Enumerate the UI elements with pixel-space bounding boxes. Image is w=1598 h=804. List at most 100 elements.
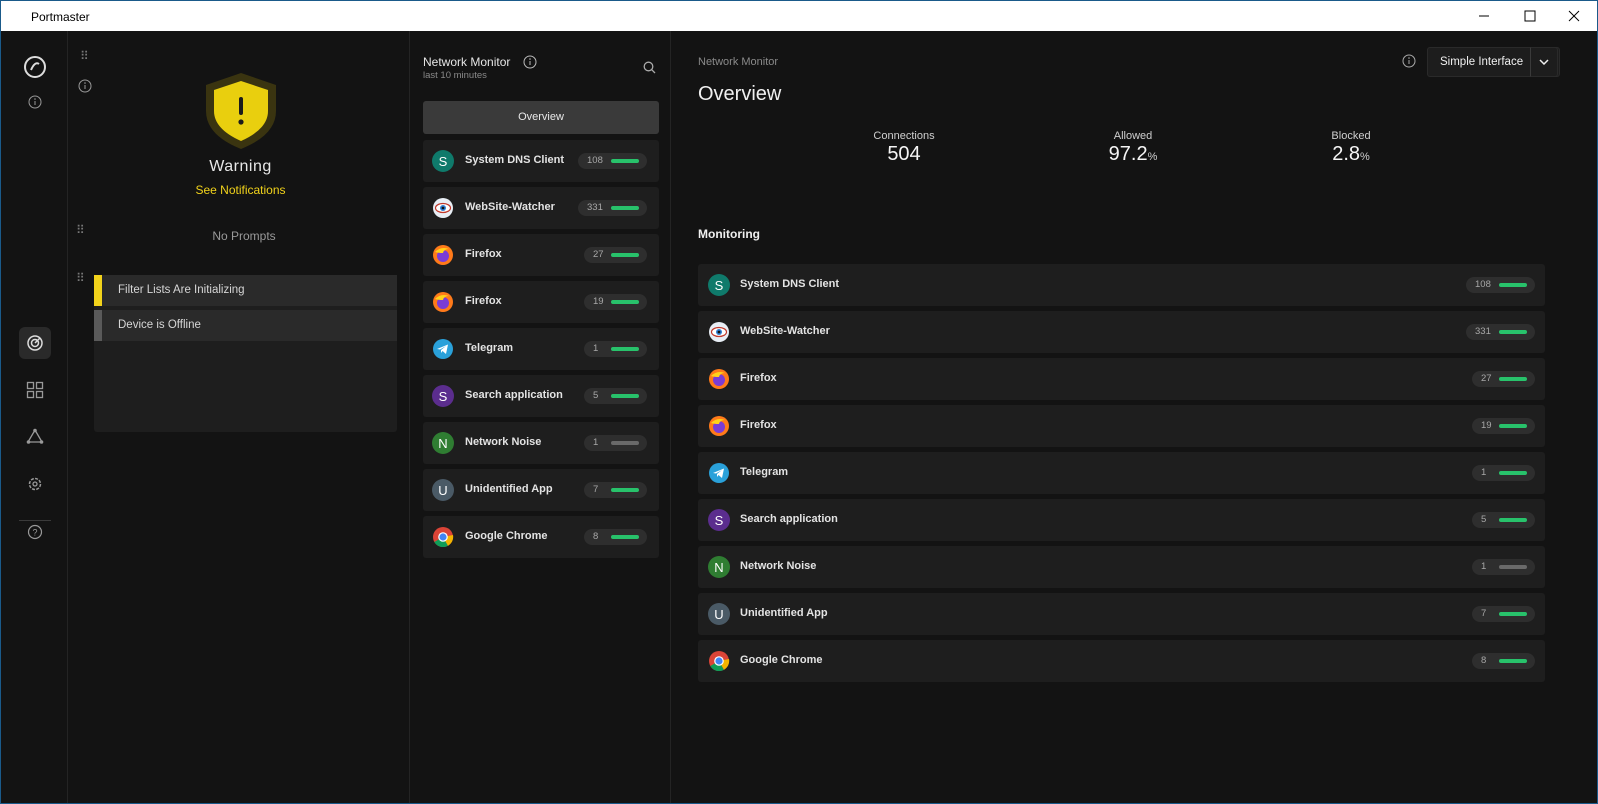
connection-count-badge: 331 <box>578 200 647 216</box>
connection-count-badge: 1 <box>584 435 647 451</box>
activity-bar <box>1499 377 1527 381</box>
app-name: Unidentified App <box>740 607 828 619</box>
app-letter-icon: S <box>432 150 454 172</box>
interface-dropdown-button[interactable] <box>1530 47 1558 77</box>
activity-bar <box>611 441 639 445</box>
app-row[interactable]: Firefox 19 <box>423 281 659 323</box>
app-row[interactable]: Firefox 27 <box>423 234 659 276</box>
see-notifications-link[interactable]: See Notifications <box>68 183 413 197</box>
app-row[interactable]: S System DNS Client 108 <box>423 140 659 182</box>
notifications-panel: Filter Lists Are Initializing Device is … <box>94 275 397 432</box>
app-letter-icon: N <box>708 556 730 578</box>
connections-value: 504 <box>887 143 921 165</box>
app-row[interactable]: S Search application 5 <box>423 375 659 417</box>
app-row[interactable]: Firefox 27 <box>698 358 1545 400</box>
notification-label: Filter Lists Are Initializing <box>118 284 245 296</box>
firefox-icon <box>432 291 454 313</box>
app-row[interactable]: WebSite-Watcher 331 <box>423 187 659 229</box>
minimize-button[interactable] <box>1461 1 1507 31</box>
telegram-icon <box>432 338 454 360</box>
app-row[interactable]: U Unidentified App 7 <box>423 469 659 511</box>
app-row[interactable]: Google Chrome 8 <box>423 516 659 558</box>
settings-icon[interactable] <box>21 470 49 498</box>
app-name: System DNS Client <box>740 278 840 290</box>
app-row[interactable]: S System DNS Client 108 <box>698 264 1545 306</box>
connection-count: 8 <box>1481 655 1487 666</box>
maximize-icon <box>1524 10 1536 22</box>
app-name: Firefox <box>465 248 502 260</box>
activity-bar <box>1499 283 1527 287</box>
info-icon[interactable] <box>523 55 537 74</box>
app-row[interactable]: N Network Noise 1 <box>423 422 659 464</box>
connection-count: 7 <box>1481 608 1487 619</box>
svg-text:?: ? <box>32 528 37 538</box>
minimize-icon <box>1479 15 1489 17</box>
app-name: Telegram <box>465 342 514 354</box>
app-letter-icon: N <box>432 432 454 454</box>
notification-item[interactable]: Filter Lists Are Initializing <box>94 275 397 306</box>
app-row[interactable]: Google Chrome 8 <box>698 640 1545 682</box>
app-name: WebSite-Watcher <box>465 201 555 213</box>
connection-count-badge: 1 <box>584 341 647 357</box>
website-watcher-icon <box>432 197 454 219</box>
stat-connections: Connections 504 <box>834 130 974 166</box>
activity-bar <box>611 394 639 398</box>
maximize-button[interactable] <box>1507 1 1553 31</box>
drag-handle-icon[interactable]: ⠿ <box>80 50 89 62</box>
help-icon[interactable]: ? <box>21 518 49 546</box>
allowed-label: Allowed <box>1113 130 1153 142</box>
app-row[interactable]: N Network Noise 1 <box>698 546 1545 588</box>
close-button[interactable] <box>1551 1 1597 31</box>
overview-main: Network Monitor Overview Simple Interfac… <box>672 31 1597 803</box>
app-row[interactable]: Telegram 1 <box>698 452 1545 494</box>
prompts-status: No Prompts <box>212 229 276 243</box>
connection-count: 1 <box>1481 561 1487 572</box>
activity-bar <box>611 159 639 163</box>
connection-count: 19 <box>1481 420 1492 431</box>
dashboard-panel: ⠿ Warning See Notifications ⠿ No Prompts… <box>68 31 410 803</box>
info-icon[interactable] <box>78 79 92 98</box>
navigation-rail: ? <box>1 31 68 803</box>
app-row[interactable]: S Search application 5 <box>698 499 1545 541</box>
connection-count: 27 <box>1481 373 1492 384</box>
connection-count-badge: 1 <box>1472 559 1535 575</box>
connection-count-badge: 8 <box>584 529 647 545</box>
allowed-value: 97.2 <box>1108 143 1148 165</box>
activity-bar <box>1499 612 1527 616</box>
chevron-down-icon <box>1539 59 1549 65</box>
connection-count: 1 <box>593 343 599 354</box>
app-name: Firefox <box>740 372 777 384</box>
app-row[interactable]: U Unidentified App 7 <box>698 593 1545 635</box>
spn-icon[interactable] <box>21 423 49 451</box>
drag-handle-icon[interactable]: ⠿ <box>76 272 85 284</box>
breadcrumb: Network Monitor <box>698 56 779 68</box>
telegram-icon <box>708 462 730 484</box>
activity-bar <box>611 206 639 210</box>
notification-item[interactable]: Device is Offline <box>94 310 397 341</box>
chrome-icon <box>708 650 730 672</box>
app-name: System DNS Client <box>465 154 565 166</box>
blocked-unit: % <box>1360 151 1370 163</box>
activity-bar <box>1499 471 1527 475</box>
info-icon[interactable] <box>21 88 49 116</box>
portmaster-logo-icon[interactable] <box>21 53 49 81</box>
app-row[interactable]: Firefox 19 <box>698 405 1545 447</box>
app-row[interactable]: Telegram 1 <box>423 328 659 370</box>
apps-icon[interactable] <box>21 376 49 404</box>
warning-shield-icon <box>204 71 278 156</box>
connection-count: 108 <box>587 155 603 166</box>
info-icon[interactable] <box>1402 54 1416 73</box>
search-icon[interactable] <box>643 61 656 79</box>
blocked-value: 2.8 <box>1332 143 1361 165</box>
connection-count: 331 <box>1475 326 1491 337</box>
connection-count-badge: 331 <box>1466 324 1535 340</box>
app-row[interactable]: WebSite-Watcher 331 <box>698 311 1545 353</box>
activity-bar <box>611 535 639 539</box>
monitor-icon[interactable] <box>19 327 51 359</box>
firefox-icon <box>708 368 730 390</box>
overview-button[interactable]: Overview <box>423 101 659 134</box>
connection-count-badge: 19 <box>1472 418 1535 434</box>
app-name: Unidentified App <box>465 483 553 495</box>
activity-bar <box>611 300 639 304</box>
activity-bar <box>611 253 639 257</box>
